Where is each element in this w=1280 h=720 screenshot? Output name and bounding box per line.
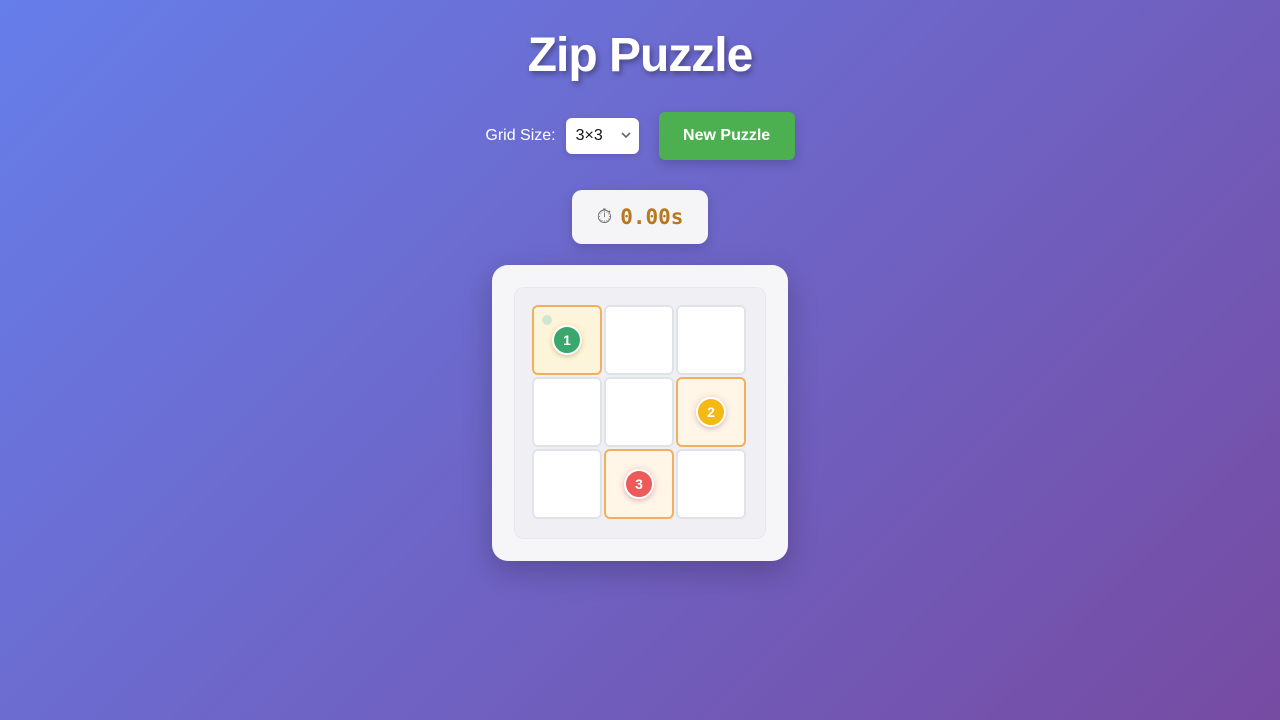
grid-size-label: Grid Size: — [485, 127, 556, 144]
grid-cell[interactable] — [604, 305, 674, 375]
number-badge: 1 — [552, 325, 582, 355]
grid-cell[interactable] — [532, 449, 602, 519]
chevron-down-icon — [621, 128, 633, 142]
grid-size-value: 3×3 — [575, 127, 603, 144]
grid-cell[interactable]: 1 — [532, 305, 602, 375]
grid-cell[interactable] — [604, 377, 674, 447]
new-puzzle-button[interactable]: New Puzzle — [658, 112, 795, 160]
grid-cell[interactable] — [532, 377, 602, 447]
puzzle-grid: 1 2 3 — [532, 305, 746, 519]
grid-cell[interactable] — [676, 305, 746, 375]
puzzle-board: 1 2 3 — [492, 265, 788, 561]
page-title: Zip Puzzle — [527, 29, 754, 82]
controls-bar: Grid Size: 3×3 New Puzzle — [0, 112, 1280, 160]
grid-size-group: Grid Size: 3×3 — [485, 118, 639, 154]
stopwatch-icon: ⏱ — [596, 205, 613, 228]
number-badge: 2 — [696, 397, 726, 427]
grid-cell[interactable]: 2 — [676, 377, 746, 447]
grid-cell[interactable] — [676, 449, 746, 519]
grid-container: 1 2 3 — [514, 287, 766, 539]
grid-size-select[interactable]: 3×3 — [565, 118, 639, 154]
timer-value: 0.00s — [620, 205, 684, 229]
number-badge: 3 — [624, 469, 654, 499]
grid-cell[interactable]: 3 — [604, 449, 674, 519]
timer-display: ⏱ 0.00s — [572, 190, 708, 244]
